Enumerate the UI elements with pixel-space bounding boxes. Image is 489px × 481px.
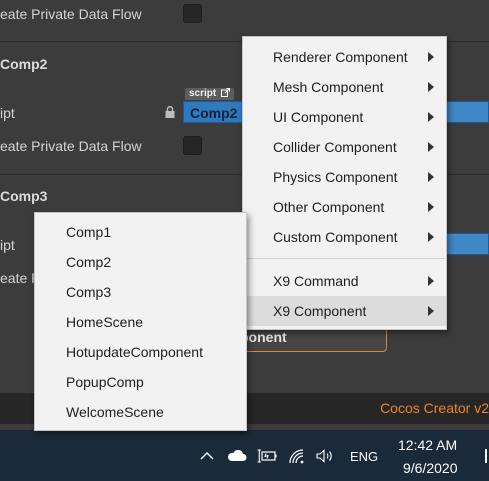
wifi-icon[interactable] [287,430,307,481]
menu-item-label: Comp3 [66,284,112,300]
menu-item-ui-component[interactable]: UI Component [243,102,446,132]
comp3-script-field-extension[interactable] [445,233,489,255]
comp3-script-label: ipt [0,237,15,253]
menu-item-renderer-component[interactable]: Renderer Component [243,42,446,72]
menu-item-comp2[interactable]: Comp2 [35,247,246,277]
comp2-create-private-data-flow-checkbox[interactable] [183,136,202,155]
menu-item-label: Other Component [273,199,385,215]
menu-item-x9-component[interactable]: X9 Component [243,296,446,326]
chevron-right-icon [428,52,434,62]
menu-item-label: Comp1 [66,224,112,240]
comp2-script-field[interactable]: Comp2 [183,101,245,123]
menu-item-label: Custom Component [273,229,398,245]
custom-component-submenu: Comp1 Comp2 Comp3 HomeScene HotupdateCompone… [34,212,247,431]
notification-center-icon[interactable] [485,449,487,463]
menu-item-physics-component[interactable]: Physics Component [243,162,446,192]
menu-item-welcomescene[interactable]: WelcomeScene [35,397,246,427]
chevron-right-icon [428,82,434,92]
menu-item-label: X9 Component [273,303,367,319]
menu-item-x9-command[interactable]: X9 Command [243,266,446,296]
script-badge[interactable]: script [185,88,235,100]
lock-icon [165,106,175,118]
menu-item-popupcomp[interactable]: PopupComp [35,367,246,397]
menu-item-mesh-component[interactable]: Mesh Component [243,72,446,102]
comp2-create-private-data-flow-label: eate Private Data Flow [0,138,142,154]
menu-item-label: UI Component [273,109,364,125]
clock-date[interactable]: 9/6/2020 [403,460,458,476]
menu-separator [244,258,445,259]
chevron-right-icon [428,202,434,212]
menu-item-hotupdatecomponent[interactable]: HotupdateComponent [35,337,246,367]
menu-item-comp3[interactable]: Comp3 [35,277,246,307]
windows-taskbar: ENG 12:42 AM 9/6/2020 [0,430,489,481]
menu-item-label: Collider Component [273,139,397,155]
menu-item-comp1[interactable]: Comp1 [35,217,246,247]
comp2-section-title[interactable]: Comp2 [0,56,47,72]
menu-item-label: Comp2 [66,254,112,270]
comp3-section-title[interactable]: Comp3 [0,188,47,204]
menu-item-other-component[interactable]: Other Component [243,192,446,222]
comp2-script-field-extension[interactable] [445,101,489,123]
chevron-right-icon [428,232,434,242]
menu-item-label: HotupdateComponent [66,344,203,360]
battery-icon[interactable] [256,430,278,481]
chevron-up-icon[interactable] [198,430,216,481]
speaker-icon[interactable] [315,430,337,481]
comp2-script-label: ipt [0,105,15,121]
menu-item-label: WelcomeScene [66,404,164,420]
menu-item-custom-component[interactable]: Custom Component [243,222,446,252]
app-brand: Cocos Creator v2 [380,400,489,416]
external-link-icon [221,88,231,97]
chevron-right-icon [428,306,434,316]
chevron-right-icon [428,112,434,122]
menu-item-collider-component[interactable]: Collider Component [243,132,446,162]
create-private-data-flow-checkbox[interactable] [183,4,202,23]
cloud-icon[interactable] [226,430,248,481]
menu-item-label: PopupComp [66,374,144,390]
menu-item-label: Mesh Component [273,79,384,95]
clock-time[interactable]: 12:42 AM [398,437,457,453]
language-indicator[interactable]: ENG [350,449,378,464]
menu-item-label: HomeScene [66,314,144,330]
add-component-menu: Renderer Component Mesh Component UI Compo… [242,36,447,330]
create-private-data-flow-label: eate Private Data Flow [0,6,142,22]
menu-item-label: X9 Command [273,273,359,289]
menu-item-label: Physics Component [273,169,398,185]
chevron-right-icon [428,276,434,286]
chevron-right-icon [428,172,434,182]
chevron-right-icon [428,142,434,152]
menu-item-label: Renderer Component [273,49,408,65]
script-badge-label: script [189,88,217,99]
menu-item-homescene[interactable]: HomeScene [35,307,246,337]
